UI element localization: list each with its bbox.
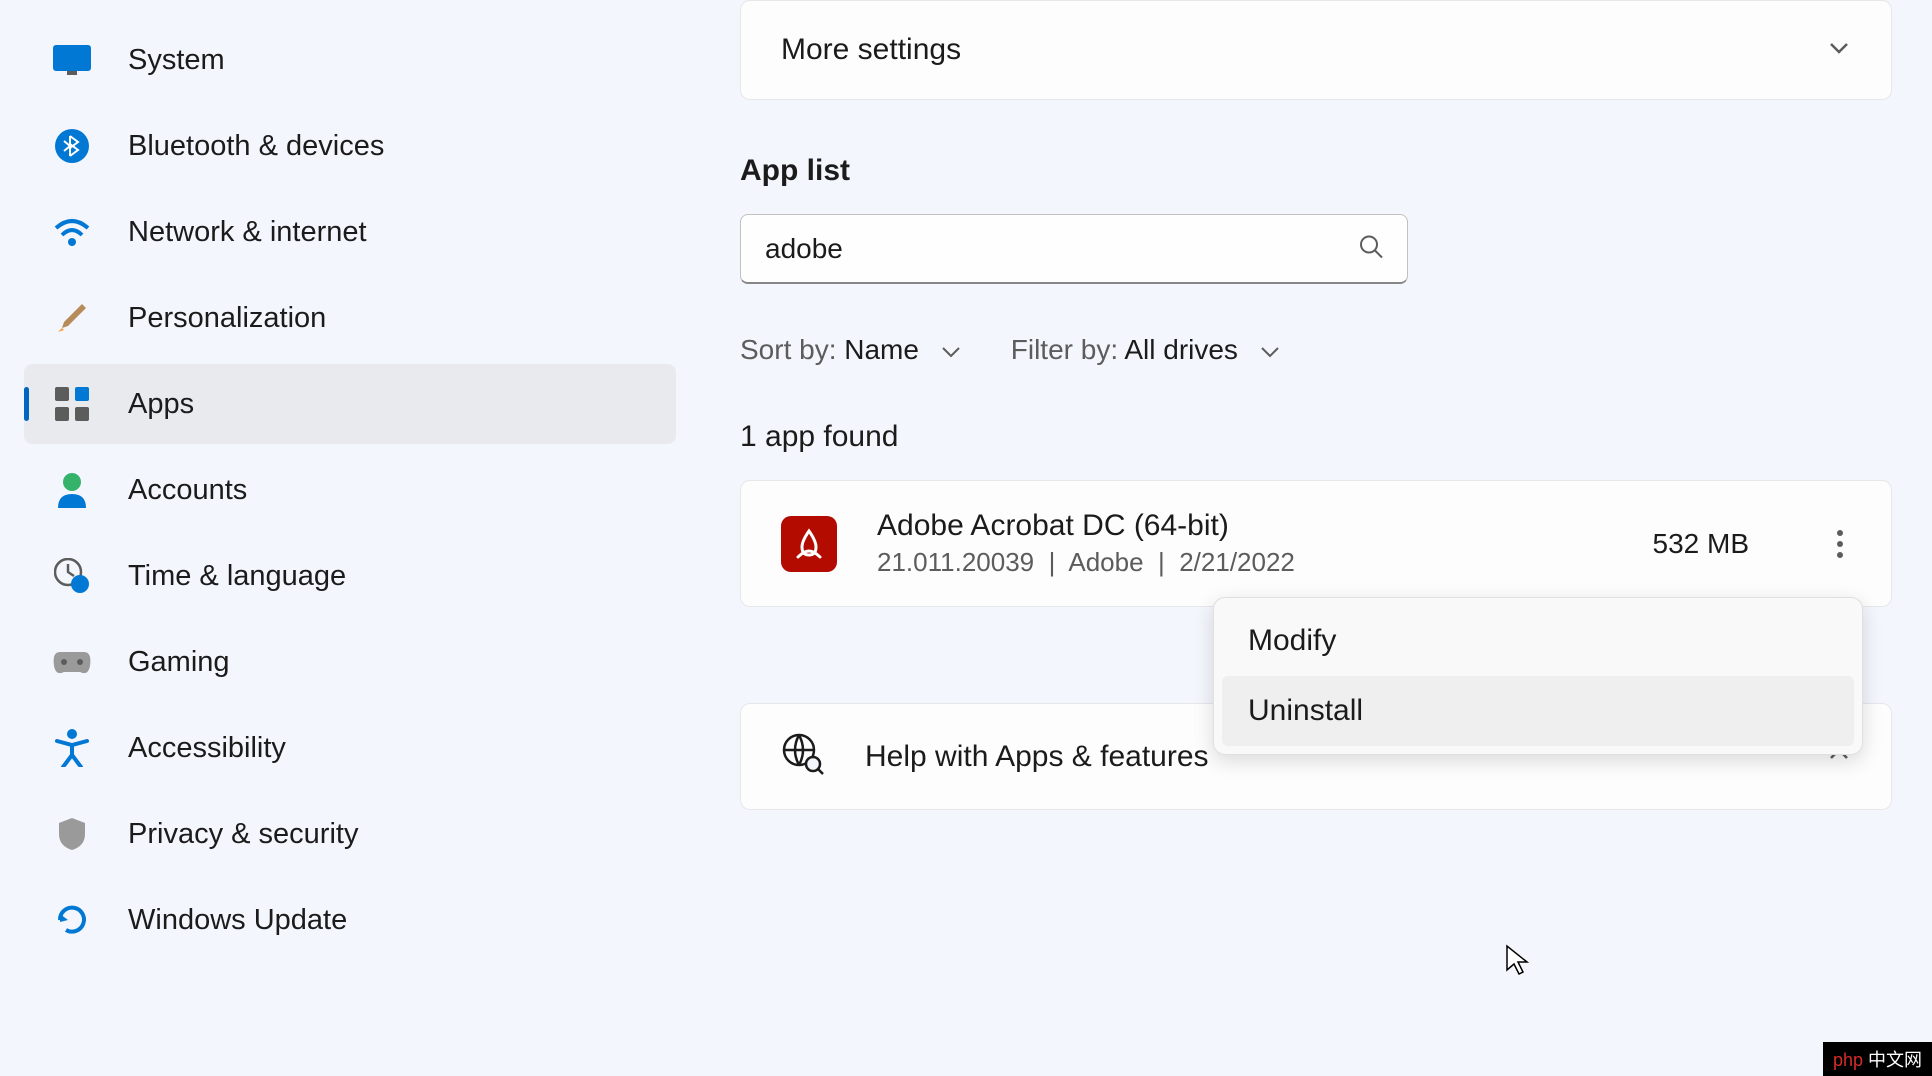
update-icon [52, 900, 92, 940]
sidebar-item-label: Personalization [128, 302, 326, 335]
app-info: Adobe Acrobat DC (64-bit) 21.011.20039 |… [877, 509, 1613, 578]
app-name: Adobe Acrobat DC (64-bit) [877, 509, 1613, 543]
shield-icon [52, 814, 92, 854]
sidebar-item-label: Windows Update [128, 904, 347, 937]
sidebar-item-apps[interactable]: Apps [24, 364, 676, 444]
sort-by-dropdown[interactable]: Sort by: Name [740, 334, 961, 366]
app-context-menu: Modify Uninstall [1213, 597, 1863, 755]
app-list-heading: App list [740, 154, 1892, 188]
sidebar-item-label: Accessibility [128, 732, 286, 765]
chevron-down-icon [1260, 334, 1280, 365]
chevron-down-icon [941, 334, 961, 365]
more-settings-label: More settings [781, 33, 961, 67]
more-settings-card[interactable]: More settings [740, 0, 1892, 100]
filter-value: All drives [1124, 334, 1238, 365]
app-search-input[interactable] [740, 214, 1408, 284]
filter-row: Sort by: Name Filter by: All drives [740, 334, 1892, 366]
cursor-icon [1505, 944, 1529, 976]
sidebar-item-label: Bluetooth & devices [128, 130, 384, 163]
monitor-icon [52, 40, 92, 80]
modify-menu-item[interactable]: Modify [1222, 606, 1854, 676]
app-more-button[interactable] [1829, 522, 1851, 566]
sidebar-item-label: Network & internet [128, 216, 367, 249]
sidebar-item-personalization[interactable]: Personalization [24, 278, 676, 358]
sidebar-item-bluetooth[interactable]: Bluetooth & devices [24, 106, 676, 186]
sidebar-item-windows-update[interactable]: Windows Update [24, 880, 676, 960]
sidebar-item-time-language[interactable]: Time & language [24, 536, 676, 616]
sidebar: System Bluetooth & devices Network & int… [0, 0, 700, 1076]
sidebar-item-accessibility[interactable]: Accessibility [24, 708, 676, 788]
sidebar-item-gaming[interactable]: Gaming [24, 622, 676, 702]
sidebar-item-label: System [128, 44, 225, 77]
gamepad-icon [52, 642, 92, 682]
wifi-icon [52, 212, 92, 252]
sidebar-item-accounts[interactable]: Accounts [24, 450, 676, 530]
sidebar-item-privacy[interactable]: Privacy & security [24, 794, 676, 874]
filter-label: Filter by: [1011, 334, 1118, 365]
person-icon [52, 470, 92, 510]
paintbrush-icon [52, 298, 92, 338]
sidebar-item-label: Time & language [128, 560, 346, 593]
clock-globe-icon [52, 556, 92, 596]
filter-by-dropdown[interactable]: Filter by: All drives [1011, 334, 1280, 366]
main-content: More settings App list Sort by: Name Fil… [700, 0, 1932, 1076]
watermark: php 中文网 [1823, 1042, 1932, 1076]
help-label: Help with Apps & features [865, 740, 1209, 774]
globe-search-icon [781, 732, 825, 781]
adobe-acrobat-icon [781, 516, 837, 572]
search-icon[interactable] [1358, 234, 1384, 265]
apps-icon [52, 384, 92, 424]
sidebar-item-label: Privacy & security [128, 818, 358, 851]
bluetooth-icon [52, 126, 92, 166]
app-meta: 21.011.20039 | Adobe | 2/21/2022 [877, 547, 1613, 578]
sidebar-item-label: Accounts [128, 474, 247, 507]
uninstall-menu-item[interactable]: Uninstall [1222, 676, 1854, 746]
apps-found-text: 1 app found [740, 420, 1892, 454]
sidebar-item-label: Apps [128, 388, 194, 421]
sidebar-item-system[interactable]: System [24, 20, 676, 100]
sort-value: Name [844, 334, 919, 365]
chevron-down-icon [1827, 36, 1851, 65]
sidebar-item-label: Gaming [128, 646, 230, 679]
app-row[interactable]: Adobe Acrobat DC (64-bit) 21.011.20039 |… [740, 480, 1892, 607]
sort-label: Sort by: [740, 334, 836, 365]
app-size: 532 MB [1653, 528, 1750, 560]
search-wrap [740, 214, 1408, 284]
sidebar-item-network[interactable]: Network & internet [24, 192, 676, 272]
accessibility-icon [52, 728, 92, 768]
